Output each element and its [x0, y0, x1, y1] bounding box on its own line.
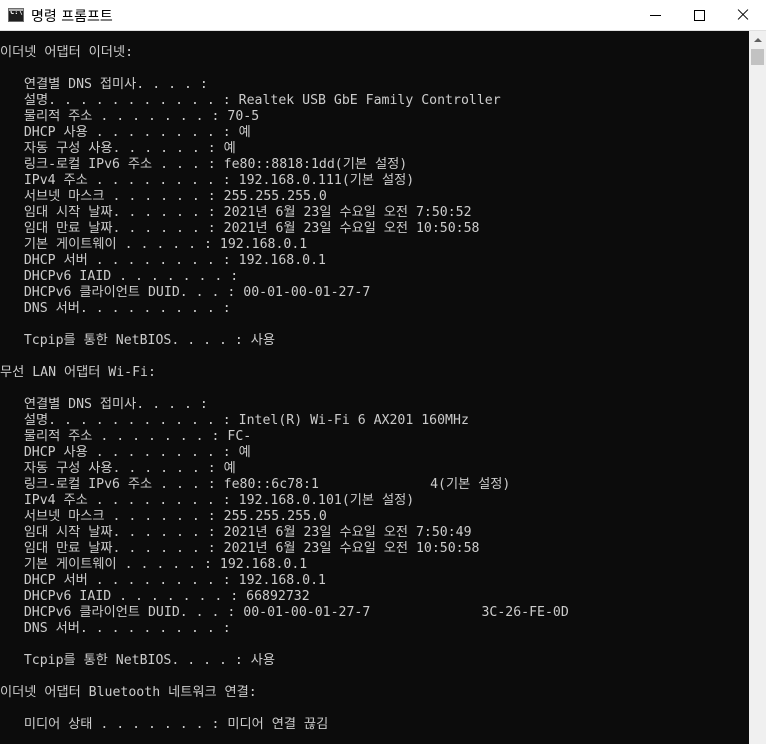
- console-line: 기본 게이트웨이 . . . . . : 192.168.0.1: [0, 557, 308, 572]
- console-line: 임대 만료 날짜. . . . . . : 2021년 6월 23일 수요일 오…: [0, 541, 480, 556]
- console-line: DNS 서버. . . . . . . . . :: [0, 301, 231, 316]
- console-line: 서브넷 마스크 . . . . . . : 255.255.255.0: [0, 189, 327, 204]
- command-prompt-window: 명령 프롬프트 이더넷 어댑터 이더넷: 연결별 DNS 접미사. . . . …: [0, 0, 766, 744]
- console-app-icon[interactable]: [8, 8, 24, 22]
- title-bar[interactable]: 명령 프롬프트: [0, 0, 766, 31]
- minimize-icon: [649, 14, 661, 16]
- console-line: 자동 구성 사용. . . . . . : 예: [0, 461, 236, 476]
- console-line: 연결별 DNS 접미사. . . . :: [0, 397, 208, 412]
- console-line: DHCP 서버 . . . . . . . . : 192.168.0.1: [0, 573, 326, 588]
- console-line: 서브넷 마스크 . . . . . . : 255.255.255.0: [0, 509, 327, 524]
- window-title: 명령 프롬프트: [31, 9, 113, 25]
- console-line: IPv4 주소 . . . . . . . . : 192.168.0.111(…: [0, 173, 415, 188]
- console-line: 기본 게이트웨이 . . . . . : 192.168.0.1: [0, 237, 308, 252]
- console-line: 미디어 상태 . . . . . . . : 미디어 연결 끊김: [0, 717, 329, 732]
- console-line: 링크-로컬 IPv6 주소 . . . : fe80::8818:1dd(기본 …: [0, 157, 408, 172]
- close-button[interactable]: [720, 0, 766, 30]
- console-line: DHCP 서버 . . . . . . . . : 192.168.0.1: [0, 253, 326, 268]
- console-line: 무선 LAN 어댑터 Wi-Fi:: [0, 365, 156, 380]
- minimize-button[interactable]: [632, 0, 678, 30]
- console-line: 임대 시작 날짜. . . . . . : 2021년 6월 23일 수요일 오…: [0, 205, 472, 220]
- console-line: 설명. . . . . . . . . . . : Intel(R) Wi-Fi…: [0, 413, 469, 428]
- console-line: DHCPv6 IAID . . . . . . . :: [0, 269, 239, 284]
- chevron-up-icon: [753, 37, 762, 42]
- console-line: DHCP 사용 . . . . . . . . : 예: [0, 445, 251, 460]
- console-line: DNS 서버. . . . . . . . . :: [0, 621, 231, 636]
- console-line: DHCP 사용 . . . . . . . . : 예: [0, 125, 251, 140]
- console-line: DHCPv6 클라이언트 DUID. . . : 00-01-00-01-27-…: [0, 285, 371, 300]
- console-line: DHCPv6 클라이언트 DUID. . . : 00-01-00-01-27-…: [0, 605, 569, 620]
- console-line: 연결별 DNS 접미사. . . . :: [0, 77, 208, 92]
- console-lines: 이더넷 어댑터 이더넷: 연결별 DNS 접미사. . . . : 설명. . …: [0, 45, 749, 733]
- console-line: 물리적 주소 . . . . . . . : 70-5: [0, 109, 260, 124]
- console-line: DHCPv6 IAID . . . . . . . : 66892732: [0, 589, 310, 604]
- console-line: 임대 시작 날짜. . . . . . : 2021년 6월 23일 수요일 오…: [0, 525, 472, 540]
- close-icon: [737, 9, 749, 21]
- vertical-scrollbar[interactable]: [749, 31, 766, 744]
- console-line: 물리적 주소 . . . . . . . : FC-: [0, 429, 252, 444]
- scroll-thumb[interactable]: [751, 49, 764, 65]
- console-line: 설명. . . . . . . . . . . : Realtek USB Gb…: [0, 93, 501, 108]
- console-line: Tcpip를 통한 NetBIOS. . . . : 사용: [0, 653, 276, 668]
- console-line: 링크-로컬 IPv6 주소 . . . : fe80::6c78:1 4(기본 …: [0, 477, 511, 492]
- scroll-up-button[interactable]: [749, 31, 766, 48]
- maximize-icon: [693, 9, 705, 21]
- console-line: Tcpip를 통한 NetBIOS. . . . : 사용: [0, 333, 276, 348]
- console-output-area[interactable]: 이더넷 어댑터 이더넷: 연결별 DNS 접미사. . . . : 설명. . …: [0, 31, 749, 744]
- console-line: 임대 만료 날짜. . . . . . : 2021년 6월 23일 수요일 오…: [0, 221, 480, 236]
- console-line: 이더넷 어댑터 이더넷:: [0, 45, 134, 60]
- console-line: 이더넷 어댑터 Bluetooth 네트워크 연결:: [0, 685, 257, 700]
- maximize-button[interactable]: [676, 0, 722, 30]
- console-line: 자동 구성 사용. . . . . . : 예: [0, 141, 236, 156]
- console-line: IPv4 주소 . . . . . . . . : 192.168.0.101(…: [0, 493, 415, 508]
